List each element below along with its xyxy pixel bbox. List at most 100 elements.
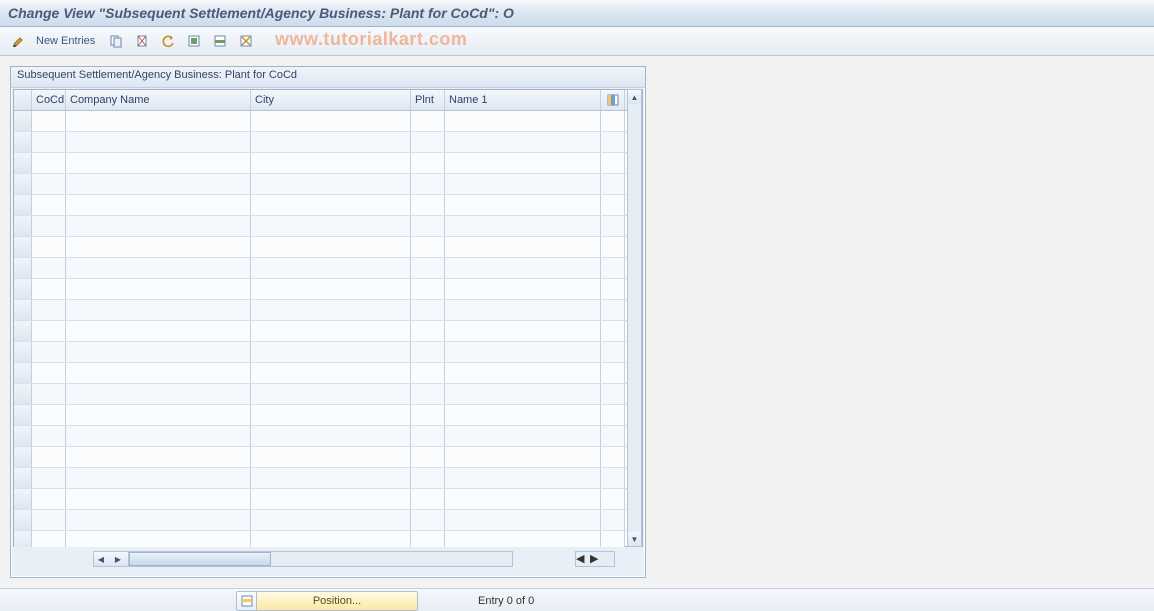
row-selector[interactable] bbox=[14, 426, 32, 446]
cell-cocd[interactable] bbox=[32, 447, 66, 467]
undo-change-icon[interactable] bbox=[157, 30, 179, 52]
cell-city[interactable] bbox=[251, 153, 411, 173]
cell-plnt[interactable] bbox=[411, 174, 445, 194]
row-selector[interactable] bbox=[14, 489, 32, 509]
cell-plnt[interactable] bbox=[411, 195, 445, 215]
cell-name1[interactable] bbox=[445, 258, 601, 278]
cell-plnt[interactable] bbox=[411, 300, 445, 320]
scroll-down-icon[interactable]: ▼ bbox=[628, 532, 641, 546]
cell-cocd[interactable] bbox=[32, 174, 66, 194]
cell-company-name[interactable] bbox=[66, 363, 251, 383]
position-icon[interactable] bbox=[236, 591, 257, 611]
scroll-right-icon[interactable]: ◀ bbox=[576, 552, 590, 566]
cell-company-name[interactable] bbox=[66, 174, 251, 194]
table-row[interactable] bbox=[14, 510, 642, 531]
row-selector[interactable] bbox=[14, 531, 32, 547]
cell-name1[interactable] bbox=[445, 111, 601, 131]
cell-plnt[interactable] bbox=[411, 468, 445, 488]
cell-name1[interactable] bbox=[445, 468, 601, 488]
cell-plnt[interactable] bbox=[411, 510, 445, 530]
scroll-last-icon[interactable]: ▶ bbox=[590, 552, 604, 566]
row-selector[interactable] bbox=[14, 510, 32, 530]
cell-name1[interactable] bbox=[445, 153, 601, 173]
position-button[interactable]: Position... bbox=[256, 591, 418, 611]
cell-company-name[interactable] bbox=[66, 468, 251, 488]
cell-city[interactable] bbox=[251, 342, 411, 362]
cell-city[interactable] bbox=[251, 384, 411, 404]
table-row[interactable] bbox=[14, 468, 642, 489]
copy-as-icon[interactable] bbox=[105, 30, 127, 52]
table-row[interactable] bbox=[14, 237, 642, 258]
cell-company-name[interactable] bbox=[66, 195, 251, 215]
cell-plnt[interactable] bbox=[411, 405, 445, 425]
table-row[interactable] bbox=[14, 384, 642, 405]
cell-company-name[interactable] bbox=[66, 321, 251, 341]
v-scroll-track[interactable] bbox=[628, 104, 641, 532]
cell-plnt[interactable] bbox=[411, 132, 445, 152]
cell-company-name[interactable] bbox=[66, 258, 251, 278]
cell-company-name[interactable] bbox=[66, 216, 251, 236]
row-selector[interactable] bbox=[14, 258, 32, 278]
row-selector[interactable] bbox=[14, 300, 32, 320]
table-row[interactable] bbox=[14, 489, 642, 510]
cell-cocd[interactable] bbox=[32, 216, 66, 236]
cell-name1[interactable] bbox=[445, 384, 601, 404]
cell-plnt[interactable] bbox=[411, 426, 445, 446]
cell-cocd[interactable] bbox=[32, 342, 66, 362]
table-row[interactable] bbox=[14, 531, 642, 547]
cell-company-name[interactable] bbox=[66, 447, 251, 467]
cell-city[interactable] bbox=[251, 468, 411, 488]
cell-name1[interactable] bbox=[445, 237, 601, 257]
scroll-up-icon[interactable]: ▲ bbox=[628, 90, 641, 104]
column-config-icon[interactable] bbox=[601, 90, 625, 110]
delete-icon[interactable] bbox=[131, 30, 153, 52]
cell-company-name[interactable] bbox=[66, 510, 251, 530]
cell-city[interactable] bbox=[251, 426, 411, 446]
row-selector[interactable] bbox=[14, 468, 32, 488]
cell-company-name[interactable] bbox=[66, 132, 251, 152]
cell-company-name[interactable] bbox=[66, 405, 251, 425]
cell-cocd[interactable] bbox=[32, 195, 66, 215]
cell-plnt[interactable] bbox=[411, 447, 445, 467]
cell-city[interactable] bbox=[251, 321, 411, 341]
cell-cocd[interactable] bbox=[32, 405, 66, 425]
cell-city[interactable] bbox=[251, 216, 411, 236]
cell-cocd[interactable] bbox=[32, 132, 66, 152]
cell-plnt[interactable] bbox=[411, 279, 445, 299]
cell-name1[interactable] bbox=[445, 531, 601, 547]
cell-name1[interactable] bbox=[445, 132, 601, 152]
cell-city[interactable] bbox=[251, 279, 411, 299]
column-header-plnt[interactable]: Plnt bbox=[411, 90, 445, 110]
row-selector[interactable] bbox=[14, 279, 32, 299]
cell-city[interactable] bbox=[251, 237, 411, 257]
row-selector[interactable] bbox=[14, 363, 32, 383]
cell-name1[interactable] bbox=[445, 279, 601, 299]
cell-cocd[interactable] bbox=[32, 111, 66, 131]
row-selector[interactable] bbox=[14, 384, 32, 404]
cell-city[interactable] bbox=[251, 132, 411, 152]
cell-city[interactable] bbox=[251, 258, 411, 278]
cell-plnt[interactable] bbox=[411, 111, 445, 131]
cell-name1[interactable] bbox=[445, 216, 601, 236]
cell-city[interactable] bbox=[251, 363, 411, 383]
deselect-all-icon[interactable] bbox=[235, 30, 257, 52]
cell-name1[interactable] bbox=[445, 426, 601, 446]
row-selector-header[interactable] bbox=[14, 90, 32, 110]
cell-company-name[interactable] bbox=[66, 342, 251, 362]
cell-name1[interactable] bbox=[445, 174, 601, 194]
horizontal-scrollbar[interactable]: ◀ ▶ bbox=[93, 551, 513, 567]
table-row[interactable] bbox=[14, 153, 642, 174]
cell-cocd[interactable] bbox=[32, 279, 66, 299]
cell-name1[interactable] bbox=[445, 300, 601, 320]
cell-plnt[interactable] bbox=[411, 216, 445, 236]
cell-plnt[interactable] bbox=[411, 384, 445, 404]
table-row[interactable] bbox=[14, 111, 642, 132]
cell-cocd[interactable] bbox=[32, 531, 66, 547]
row-selector[interactable] bbox=[14, 174, 32, 194]
cell-cocd[interactable] bbox=[32, 321, 66, 341]
cell-cocd[interactable] bbox=[32, 153, 66, 173]
cell-name1[interactable] bbox=[445, 195, 601, 215]
cell-company-name[interactable] bbox=[66, 384, 251, 404]
column-header-name1[interactable]: Name 1 bbox=[445, 90, 601, 110]
cell-city[interactable] bbox=[251, 510, 411, 530]
